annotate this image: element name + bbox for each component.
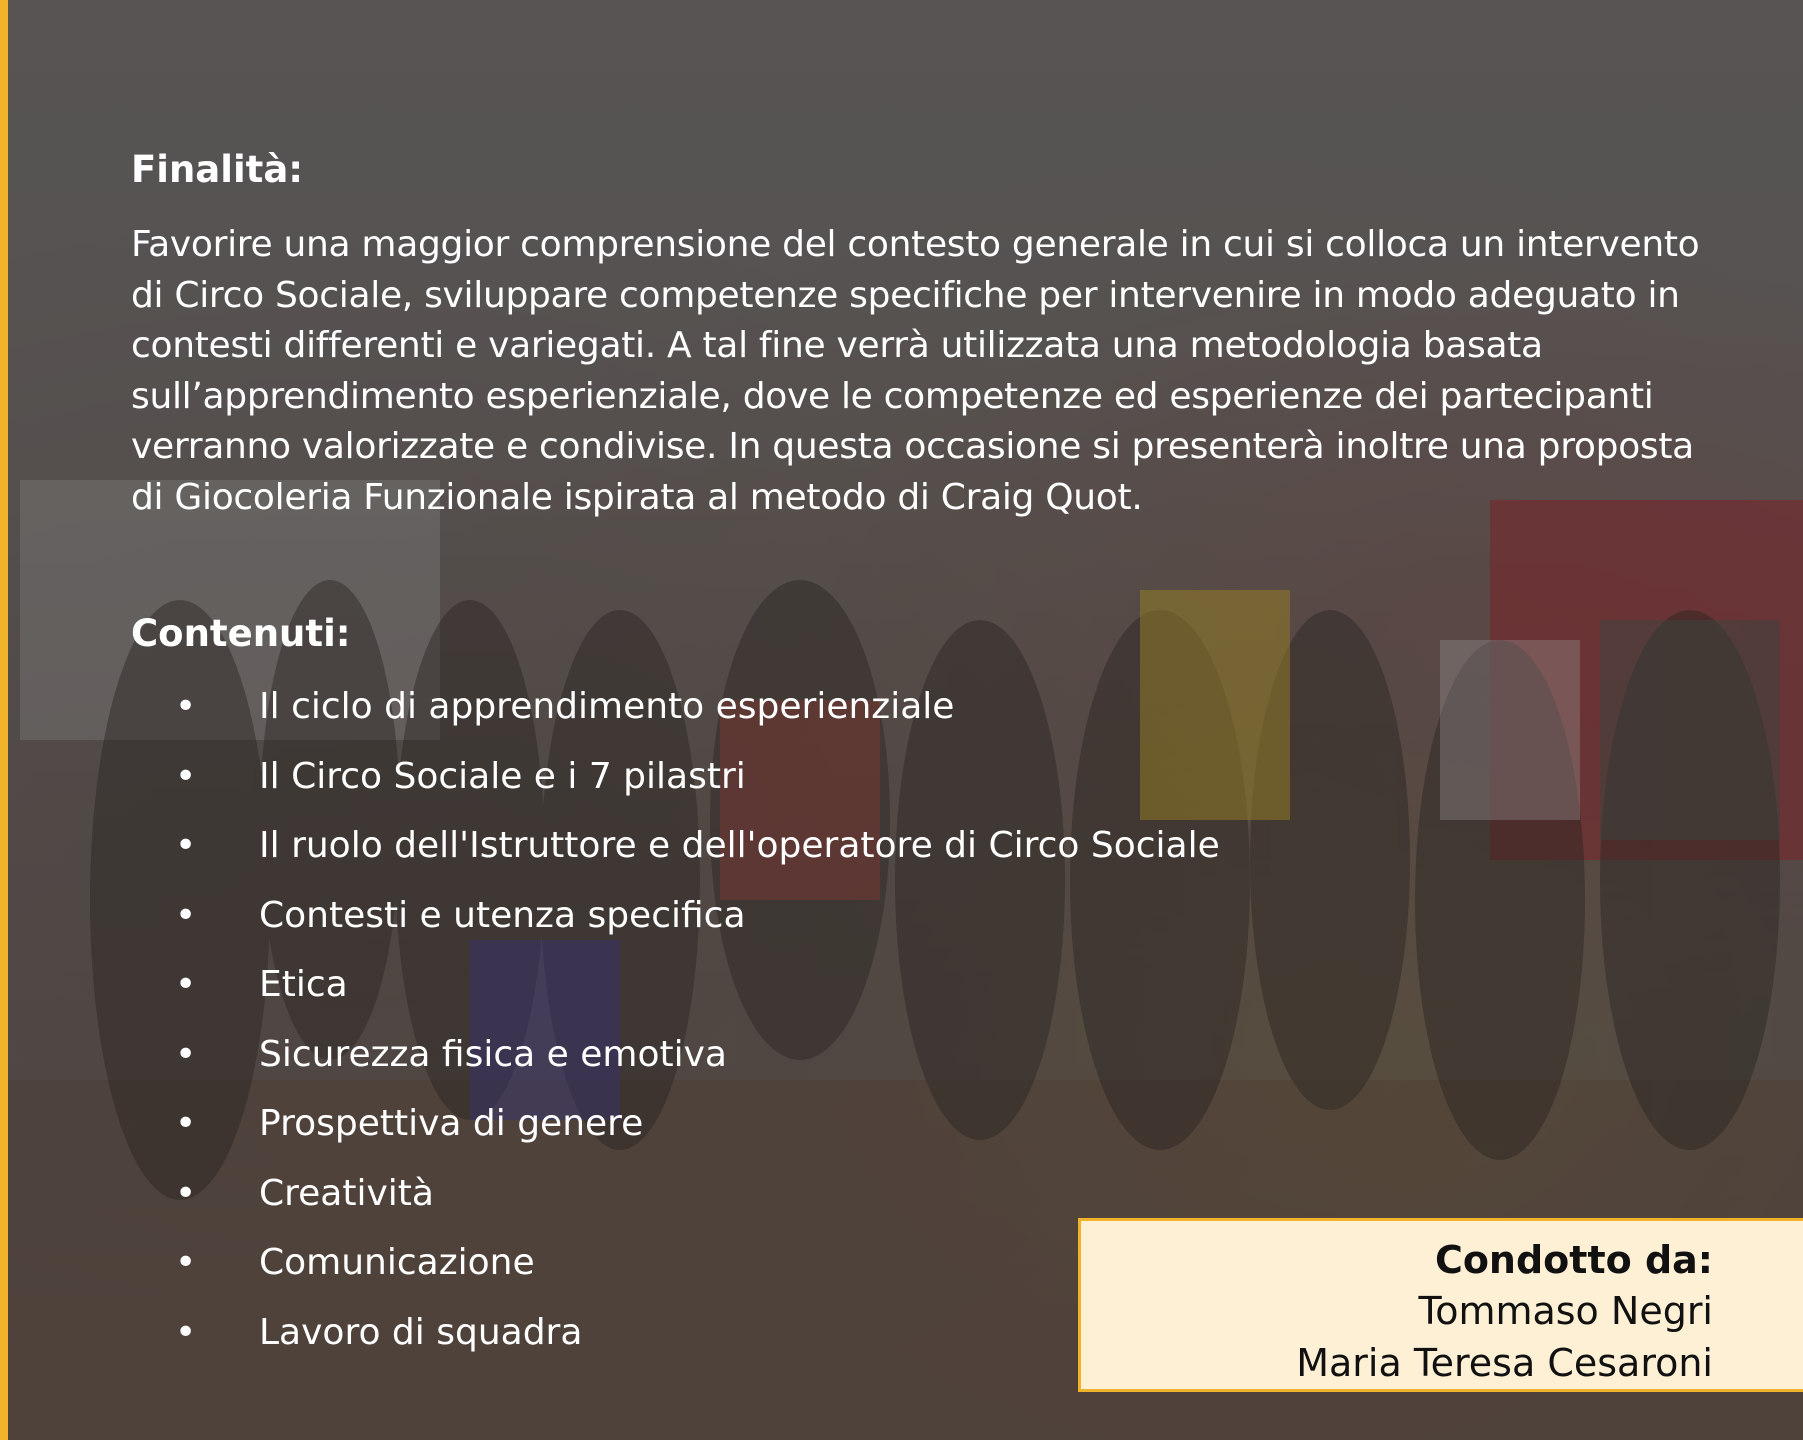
finalita-paragraph: Favorire una maggior comprensione del co… — [131, 220, 1700, 523]
list-item-label: Comunicazione — [259, 1242, 535, 1283]
bullet-icon: • — [175, 964, 197, 1005]
credits-content: Condotto da: Tommaso Negri Maria Teresa … — [1296, 1235, 1713, 1389]
list-item-label: Sicurezza fisica e emotiva — [259, 1033, 727, 1075]
bullet-icon: • — [175, 1311, 197, 1353]
list-item-label: Il Circo Sociale e i 7 pilastri — [259, 755, 746, 797]
list-item-label: Lavoro di squadra — [259, 1311, 583, 1353]
paragraph-line: di Giocoleria Funzionale ispirata al met… — [131, 476, 1143, 518]
paragraph-line: verranno valorizzate e condivise. In que… — [131, 426, 1694, 467]
credits-name: Tommaso Negri — [1418, 1289, 1713, 1333]
finalita-heading: Finalità: — [131, 148, 304, 191]
credits-box: Condotto da: Tommaso Negri Maria Teresa … — [1078, 1218, 1803, 1392]
poster-page: Finalità: Favorire una maggior comprensi… — [0, 0, 1803, 1440]
bullet-icon: • — [175, 894, 197, 936]
bullet-icon: • — [175, 1242, 197, 1283]
bullet-icon: • — [175, 825, 197, 866]
list-item-label: Contesti e utenza specifica — [259, 894, 746, 936]
list-item-label: Creatività — [259, 1172, 434, 1214]
bullet-icon: • — [175, 755, 197, 797]
paragraph-line: sull’apprendimento esperienziale, dove l… — [131, 375, 1654, 417]
bullet-icon: • — [175, 1033, 197, 1075]
credits-title: Condotto da: — [1434, 1238, 1713, 1282]
bullet-icon: • — [175, 686, 197, 727]
bullet-icon: • — [175, 1172, 197, 1214]
list-item-label: Il ruolo dell'Istruttore e dell'operator… — [259, 825, 1220, 866]
credits-name: Maria Teresa Cesaroni — [1296, 1341, 1713, 1385]
accent-bar — [0, 0, 8, 1440]
contenuti-heading: Contenuti: — [131, 612, 351, 655]
list-item-label: Prospettiva di genere — [259, 1103, 644, 1144]
paragraph-line: Favorire una maggior comprensione del co… — [131, 224, 1700, 265]
list-item-label: Etica — [259, 964, 348, 1005]
list-item-label: Il ciclo di apprendimento esperienziale — [259, 686, 955, 727]
paragraph-line: contesti differenti e variegati. A tal f… — [131, 325, 1543, 366]
paragraph-line: di Circo Sociale, sviluppare competenze … — [131, 274, 1680, 316]
bullet-icon: • — [175, 1103, 197, 1144]
